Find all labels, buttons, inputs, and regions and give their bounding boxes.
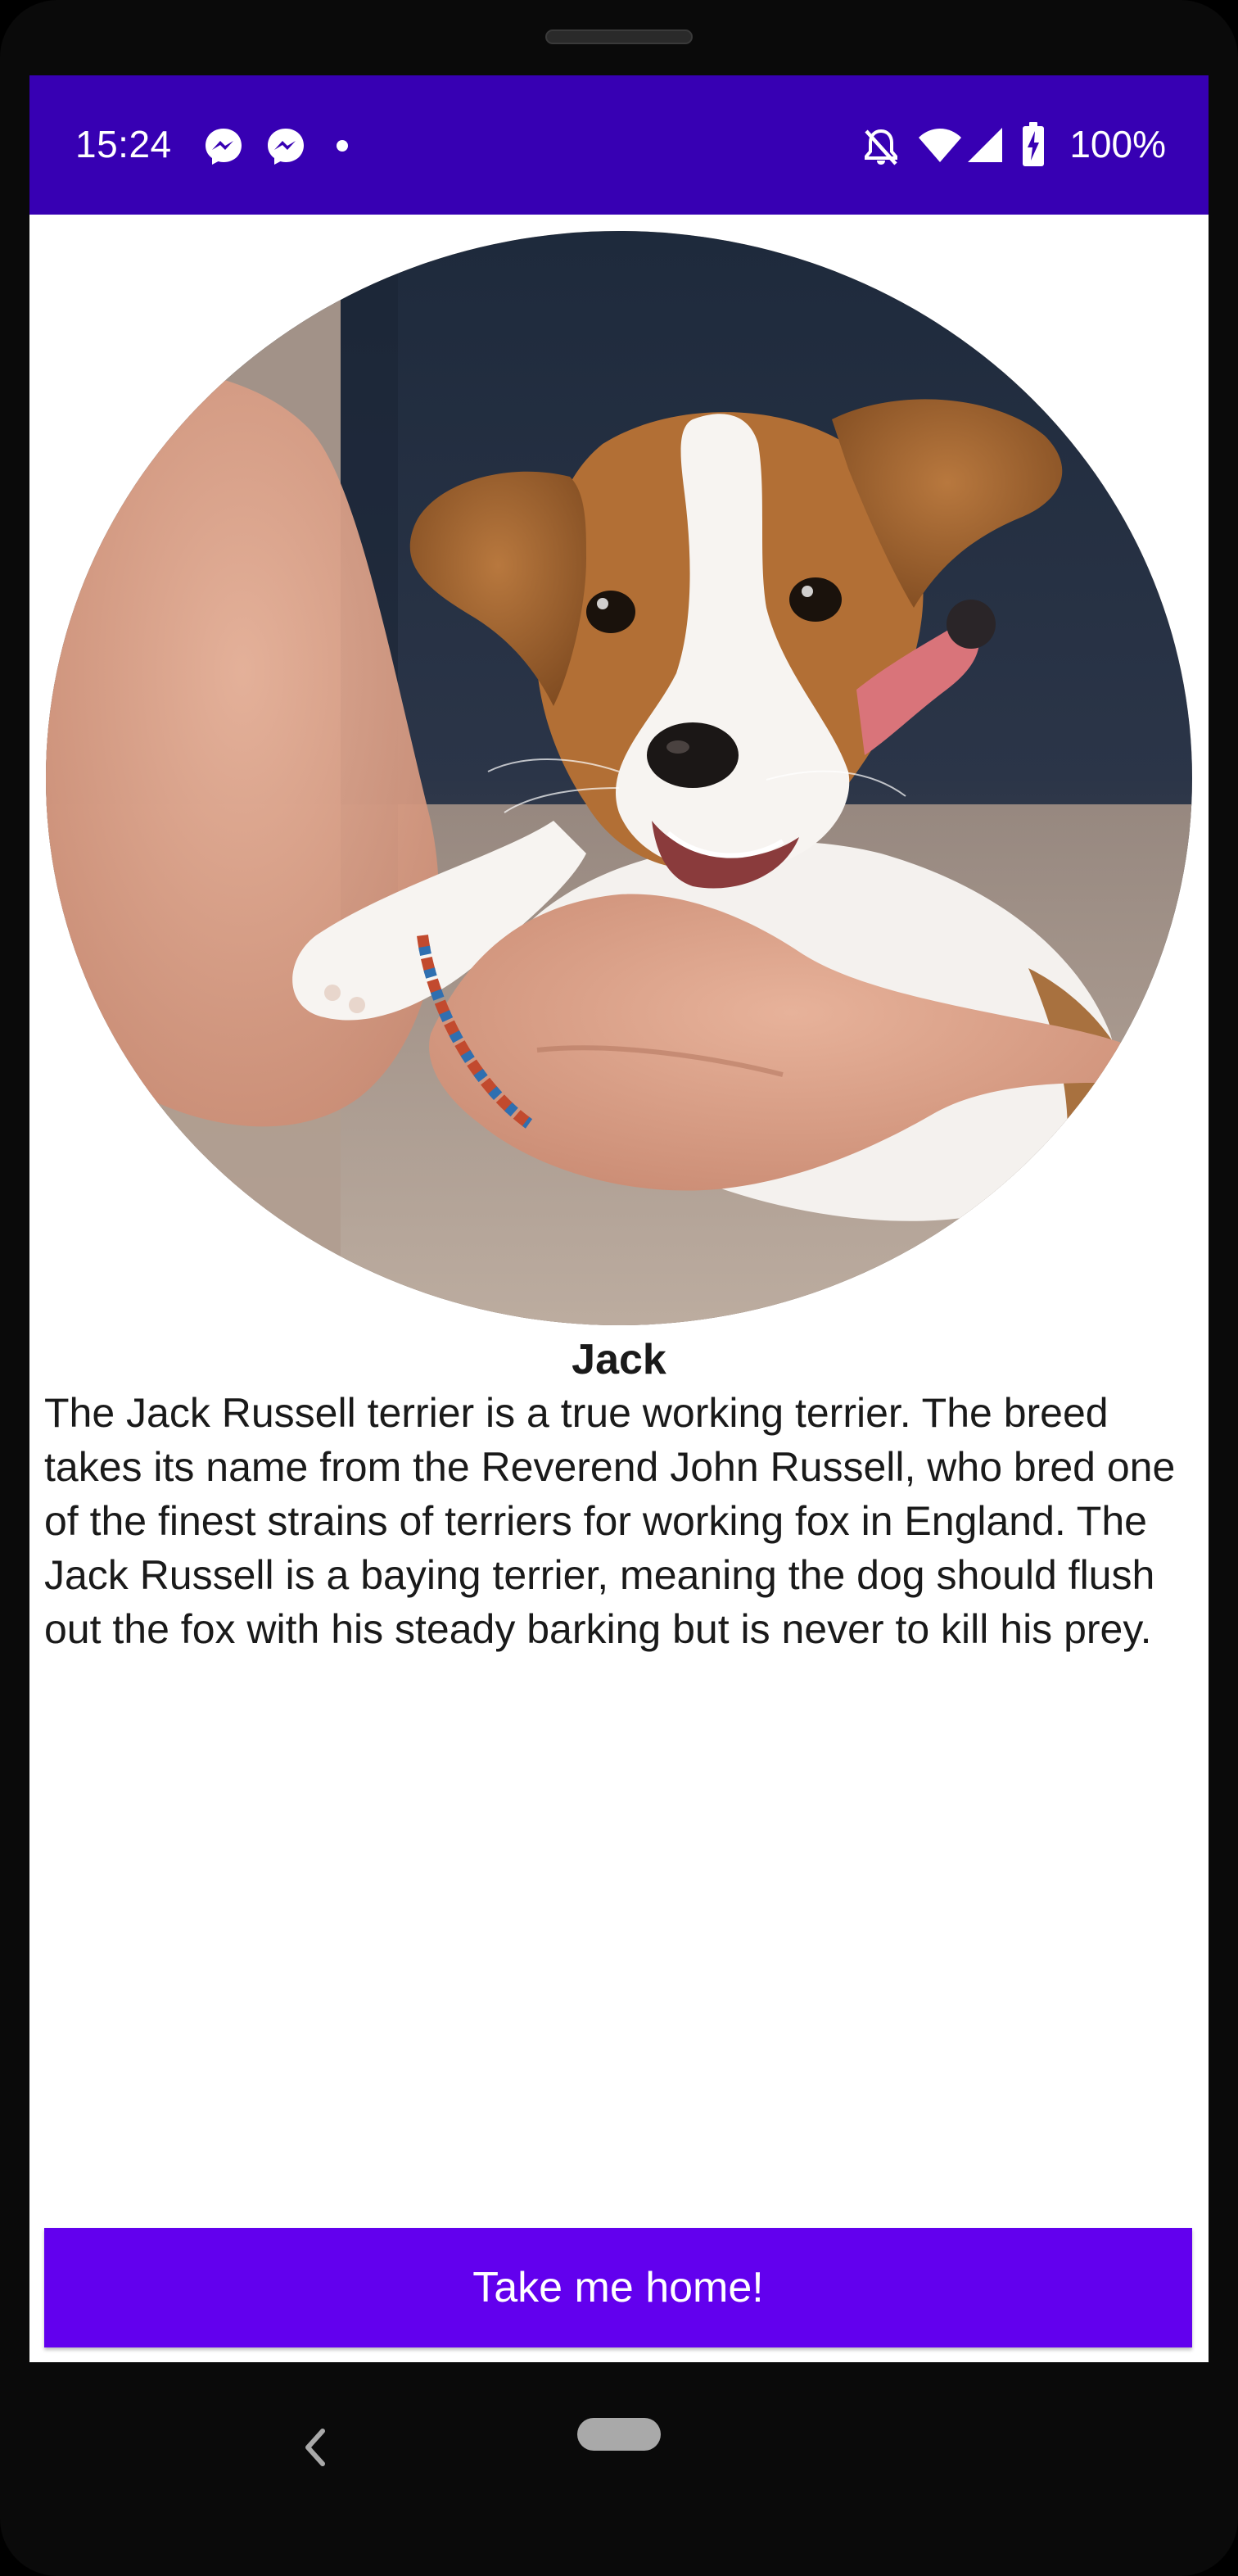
wifi-icon <box>919 129 961 162</box>
do-not-disturb-icon <box>865 129 897 165</box>
battery-charging-icon <box>1023 122 1044 166</box>
dog-description: The Jack Russell terrier is a true worki… <box>44 1390 1176 1652</box>
messenger-icon <box>206 129 242 165</box>
take-me-home-button[interactable]: Take me home! <box>44 2228 1192 2347</box>
app-screen: 15:24 100% Jack The Jack Russell terrier… <box>29 75 1209 2362</box>
status-time: 15:24 <box>75 123 172 165</box>
earpiece-speaker <box>545 29 693 44</box>
back-icon[interactable] <box>273 2406 355 2488</box>
system-navigation-bar <box>29 2362 1209 2526</box>
battery-percentage: 100% <box>1069 123 1166 165</box>
phone-frame: 15:24 100% Jack The Jack Russell terrier… <box>0 0 1238 2576</box>
cell-signal-icon <box>968 128 1002 162</box>
notification-dot-icon <box>337 140 348 152</box>
home-pill-icon[interactable] <box>577 2418 661 2451</box>
messenger-icon <box>268 129 304 165</box>
dog-photo-illustration <box>46 231 1192 1325</box>
dog-name-title: Jack <box>572 1336 666 1383</box>
dog-photo <box>46 231 1192 1325</box>
status-bar: 15:24 100% <box>29 75 1209 215</box>
